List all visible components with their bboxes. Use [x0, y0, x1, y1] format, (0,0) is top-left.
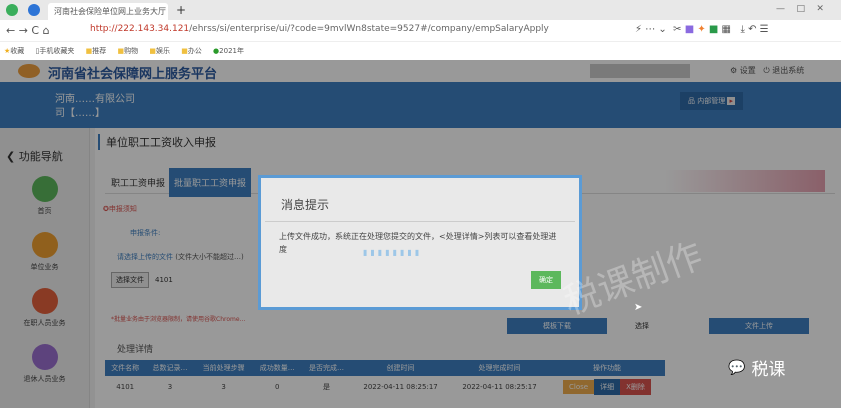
company-name: 河南……有限公司 [55, 94, 135, 105]
bookmark-2021[interactable]: ●2021年 [213, 46, 244, 56]
document-icon [31, 232, 58, 258]
bookmark-folder[interactable]: ■办公 [181, 46, 202, 56]
banner-image [665, 170, 825, 192]
logout-link[interactable]: ⏻ 退出系统 [763, 66, 804, 75]
user-info-redacted [590, 64, 690, 78]
tab-title: 河南社会保险单位网上业务大厅 [54, 7, 166, 16]
company-banner: 河南……有限公司 司【……】 品 内部管理 ▸ [0, 82, 841, 128]
detail-button[interactable]: 详细 [594, 379, 621, 395]
browser-tab-bar: 河南社会保险单位网上业务大厅 ✕ + — □ ✕ [0, 0, 841, 20]
address-bar-row: ← → C ⌂ http://222.143.34.121/ehrss/si/e… [0, 20, 841, 42]
nav-buttons[interactable]: ← → C ⌂ [6, 24, 50, 37]
page-title: 单位职工工资收入申报 [98, 134, 216, 150]
bookmarks-bar: ★收藏 ▯手机收藏夹 ■推荐 ■购物 ■娱乐 ■办公 ●2021年 [0, 42, 841, 60]
message-dialog: 消息提示 上传文件成功，系统正在处理您提交的文件，<处理详情>列表可以查看处理进… [258, 175, 582, 310]
home-icon [31, 176, 58, 202]
upload-button[interactable]: 文件上传 [709, 318, 809, 334]
person-icon [31, 344, 58, 370]
choose-file-button[interactable]: 选择文件 [111, 272, 149, 288]
browser-logo-icon [6, 4, 18, 16]
close-button[interactable]: ✕ [816, 4, 824, 14]
bookmark-folder[interactable]: ■娱乐 [149, 46, 170, 56]
upload-label: 请选择上传的文件 (文件大小不能超过…) [117, 253, 244, 261]
delete-button[interactable]: X删除 [620, 379, 651, 395]
detail-table: 文件名称 总数记录… 当前处理步骤 成功数量… 是否完成… 创建时间 处理完成时间 操作功能 … [105, 360, 665, 398]
select-label[interactable]: 选择 [635, 321, 649, 331]
file-name: 4101 [155, 276, 173, 284]
sidebar-title[interactable]: ❮ 功能导航 [0, 128, 89, 176]
new-tab-button[interactable]: + [176, 3, 186, 17]
table-row: 4101 3 3 0 是 2022-04-11 08:25:17 2022-04-11 08… [105, 376, 665, 398]
bookmark-favorites[interactable]: ★收藏 [4, 46, 24, 56]
dialog-message: 上传文件成功，系统正在处理您提交的文件，<处理详情>列表可以查看处理进度 [279, 232, 557, 254]
browser-extension-icon[interactable] [28, 4, 40, 16]
maximize-button[interactable]: □ [796, 4, 805, 14]
tab-current[interactable]: 河南社会保险单位网上业务大厅 ✕ [48, 3, 168, 20]
close-row-button[interactable]: Close [563, 380, 595, 394]
toolbar-icons[interactable]: ⚡ ⋯ ⌄ ✂ ■ ✦ ■ ▦ ⤓ ↶ ☰ [635, 24, 769, 35]
template-download-button[interactable]: 模板下载 [507, 318, 607, 334]
bookmark-folder[interactable]: ■推荐 [86, 46, 107, 56]
tab-batch-report[interactable]: 批量职工工资申报 [169, 168, 252, 197]
detail-title: 处理详情 [117, 345, 154, 355]
sidebar-item-unit[interactable]: 单位业务 [0, 232, 89, 272]
tab-salary-report[interactable]: 职工工资申报 [111, 176, 165, 189]
notice-link[interactable]: ✪申报须知 [103, 204, 137, 214]
person-icon [31, 288, 58, 314]
sidebar-item-home[interactable]: 首页 [0, 176, 89, 216]
dialog-title: 消息提示 [265, 178, 575, 222]
ok-button[interactable]: 确定 [531, 271, 561, 289]
sidebar: ❮ 功能导航 首页 单位业务 在职人员业务 退休人员业务 [0, 128, 90, 408]
url-input[interactable]: http://222.143.34.121/ehrss/si/enterpris… [90, 24, 549, 34]
sidebar-item-retirees[interactable]: 退休人员业务 [0, 344, 89, 384]
internal-management-button[interactable]: 品 内部管理 ▸ [680, 92, 743, 110]
site-logo-icon [18, 64, 40, 78]
browser-warning: *批量业务由于浏览器限制，请使用谷歌Chrome… [111, 316, 246, 323]
bookmark-mobile[interactable]: ▯手机收藏夹 [36, 46, 75, 56]
bookmark-folder[interactable]: ■购物 [117, 46, 138, 56]
settings-link[interactable]: ⚙ 设置 [730, 66, 756, 75]
site-header: 河南省社会保障网上服务平台 ⚙ 设置 ⏻ 退出系统 [0, 60, 841, 82]
site-title: 河南省社会保障网上服务平台 [48, 67, 218, 82]
sidebar-item-employees[interactable]: 在职人员业务 [0, 288, 89, 328]
condition-label: 申报条件: [130, 229, 161, 237]
company-name-line2: 司【……】 [55, 108, 105, 119]
minimize-button[interactable]: — [776, 4, 785, 14]
table-header: 文件名称 总数记录… 当前处理步骤 成功数量… 是否完成… 创建时间 处理完成时间 操作功能 [105, 360, 665, 376]
